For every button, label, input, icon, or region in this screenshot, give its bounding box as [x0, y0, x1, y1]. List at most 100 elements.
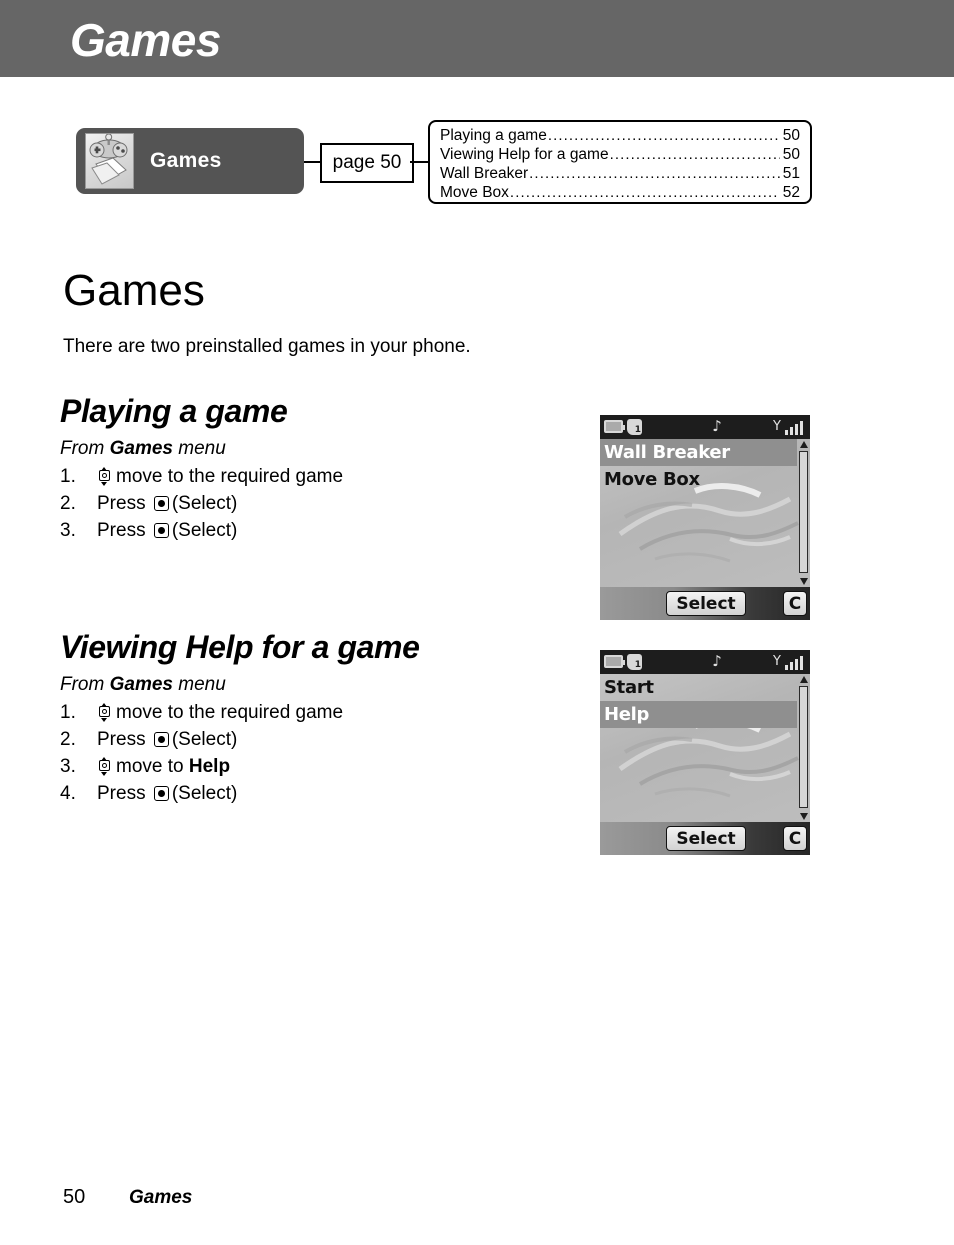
step-item: 2. Press (Select)	[60, 490, 560, 517]
softkey-select[interactable]: Select	[666, 591, 746, 616]
game-menu-screen: 1 ♪ Y Start Help Select C	[600, 650, 810, 855]
toc-entry-dots: ........................................…	[529, 165, 780, 182]
select-key-icon	[153, 496, 169, 511]
nav-key-icon	[98, 757, 113, 776]
step-text: move to Help	[97, 753, 230, 780]
step-text-before: Press	[97, 520, 151, 541]
list-item[interactable]: Wall Breaker	[600, 439, 797, 466]
from-prefix: From	[60, 674, 110, 695]
step-list: 1. move to the required game 2. Press (S…	[60, 463, 560, 544]
from-prefix: From	[60, 438, 110, 459]
connector-line-right	[410, 161, 428, 163]
gamepad-cards-icon	[85, 133, 134, 189]
select-key-icon	[153, 786, 169, 801]
status-bar: 1 ♪ Y	[600, 415, 810, 439]
step-text-after: (Select)	[171, 783, 238, 804]
chapter-toc-box: Playing a game .........................…	[428, 120, 812, 204]
scroll-up-arrow-icon[interactable]	[799, 676, 808, 683]
scroll-up-arrow-icon[interactable]	[799, 441, 808, 448]
step-list: 1. move to the required game 2. Press (S…	[60, 699, 560, 807]
scrollbar-track[interactable]	[799, 686, 808, 808]
scroll-down-arrow-icon[interactable]	[799, 578, 808, 585]
toc-entry-page: 50	[782, 146, 800, 163]
step-number: 1.	[60, 702, 76, 723]
toc-entry-dots: ........................................…	[609, 146, 780, 163]
section-from-line: From Games menu	[60, 436, 560, 462]
softkey-clear[interactable]: C	[783, 591, 807, 616]
softkey-clear[interactable]: C	[783, 826, 807, 851]
section-playing-a-game: Playing a game From Games menu 1. move t…	[60, 392, 560, 544]
nav-key-icon	[98, 467, 113, 486]
page-header-title: Games	[70, 14, 221, 66]
step-text-after: (Select)	[171, 520, 238, 541]
page-title: Games	[63, 266, 205, 315]
signal-bars-icon: Y	[772, 653, 806, 671]
scroll-down-arrow-icon[interactable]	[799, 813, 808, 820]
intro-paragraph: There are two preinstalled games in your…	[63, 336, 471, 357]
step-number: 3.	[60, 756, 76, 777]
step-text: Press (Select)	[97, 517, 237, 544]
step-text-after: move to	[116, 756, 189, 777]
toc-entry-dots: ........................................…	[509, 184, 780, 201]
from-menu-name: Games	[109, 438, 173, 459]
signal-bars-icon: Y	[772, 418, 806, 436]
page-reference-box: page 50	[320, 143, 414, 183]
step-number: 2.	[60, 729, 76, 750]
step-text-after: (Select)	[171, 729, 238, 750]
scrollbar-track[interactable]	[799, 451, 808, 573]
toc-entry-title: Viewing Help for a game	[440, 146, 609, 163]
toc-entry-page: 50	[782, 127, 800, 144]
menu-chip: Games	[76, 128, 304, 194]
section-from-line: From Games menu	[60, 672, 560, 698]
line-indicator-icon: 1	[627, 419, 642, 435]
toc-entry-page: 52	[782, 184, 800, 201]
list-item[interactable]: Help	[600, 701, 797, 728]
status-bar: 1 ♪ Y	[600, 650, 810, 674]
step-number: 3.	[60, 520, 76, 541]
step-number: 1.	[60, 466, 76, 487]
softkey-select[interactable]: Select	[666, 826, 746, 851]
toc-entry: Playing a game .........................…	[440, 126, 800, 145]
chapter-banner: Games page 50 Playing a game ...........…	[0, 120, 954, 220]
battery-icon	[604, 655, 625, 668]
step-item: 1. move to the required game	[60, 699, 560, 726]
step-text: Press (Select)	[97, 726, 237, 753]
toc-entry: Move Box ...............................…	[440, 183, 800, 202]
scrollbar[interactable]	[797, 439, 810, 587]
from-suffix: menu	[172, 674, 226, 695]
step-text: Press (Select)	[97, 780, 237, 807]
step-item: 1. move to the required game	[60, 463, 560, 490]
footer-chapter-name: Games	[129, 1187, 193, 1208]
section-heading: Playing a game	[60, 393, 288, 429]
from-menu-name: Games	[109, 674, 173, 695]
toc-entry-title: Wall Breaker	[440, 165, 529, 182]
screen-body: Start Help	[600, 674, 810, 822]
connector-line-left	[304, 161, 320, 163]
toc-entry-title: Playing a game	[440, 127, 547, 144]
line-indicator-icon: 1	[627, 654, 642, 670]
music-ringer-icon: ♪	[712, 417, 722, 435]
step-text-before: Press	[97, 783, 151, 804]
step-text: move to the required game	[97, 699, 343, 726]
step-item: 3. move to Help	[60, 753, 560, 780]
toc-entry-dots: ........................................…	[547, 127, 780, 144]
scrollbar[interactable]	[797, 674, 810, 822]
step-item: 4. Press (Select)	[60, 780, 560, 807]
step-number: 2.	[60, 493, 76, 514]
music-ringer-icon: ♪	[712, 652, 722, 670]
list-item[interactable]: Start	[600, 674, 810, 701]
battery-icon	[604, 420, 625, 433]
menu-chip-label: Games	[150, 149, 222, 172]
step-text-before: Press	[97, 729, 151, 750]
from-suffix: menu	[172, 438, 226, 459]
section-heading: Viewing Help for a game	[60, 629, 420, 665]
step-text: move to the required game	[97, 463, 343, 490]
list-item[interactable]: Move Box	[600, 466, 810, 493]
toc-entry: Wall Breaker ...........................…	[440, 164, 800, 183]
footer-page-number: 50	[63, 1186, 86, 1208]
step-text: Press (Select)	[97, 490, 237, 517]
step-text-after: (Select)	[171, 493, 238, 514]
step-item: 2. Press (Select)	[60, 726, 560, 753]
page-header-bar: Games	[0, 0, 954, 77]
select-key-icon	[153, 732, 169, 747]
